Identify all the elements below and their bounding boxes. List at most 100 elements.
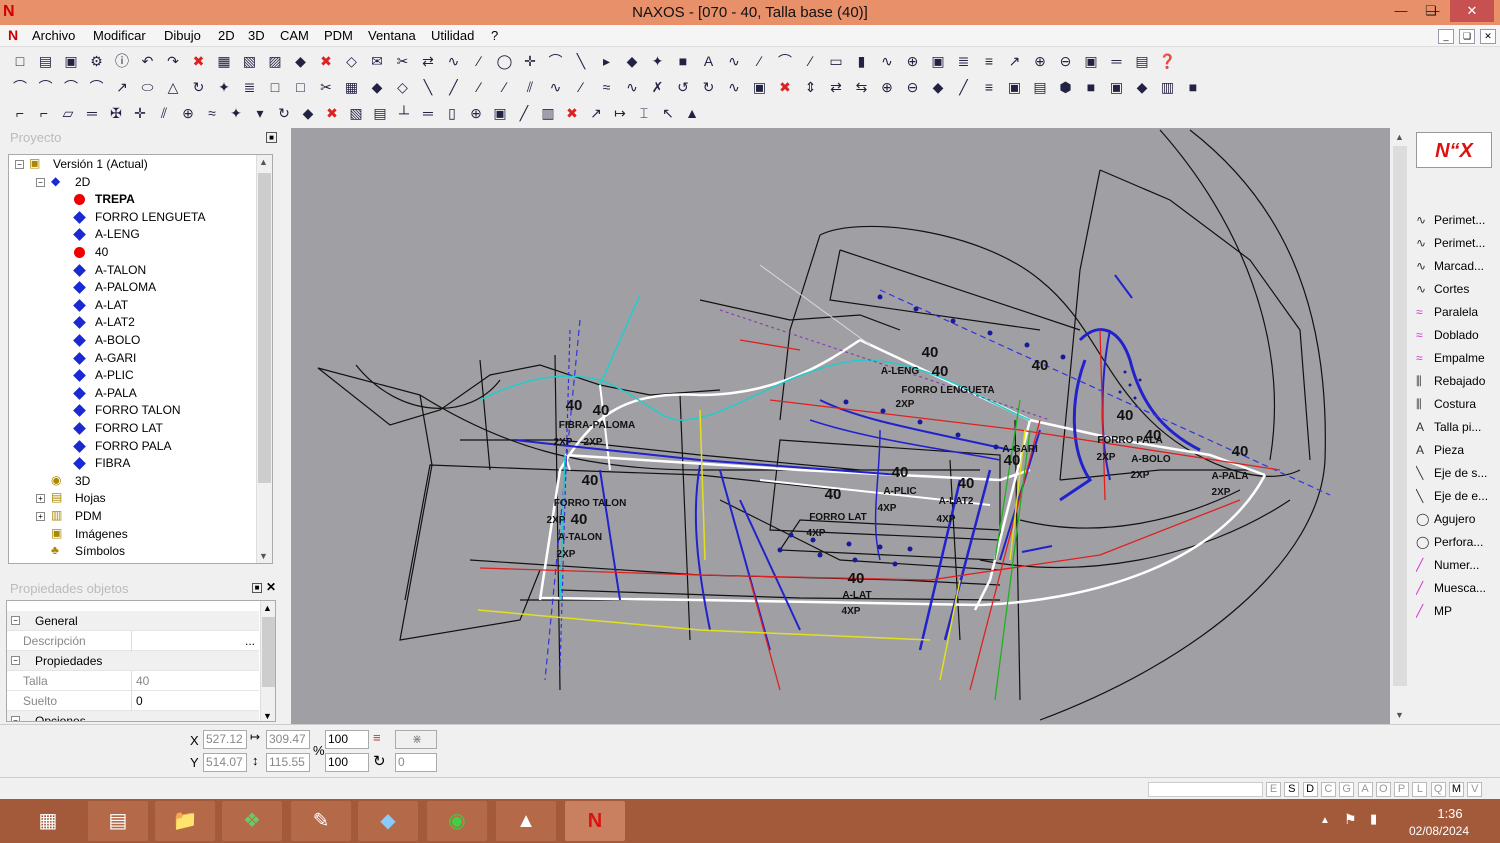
- toolbar-tool-icon[interactable]: ⌒: [87, 77, 107, 97]
- toolbar-tool-icon[interactable]: ⚙: [87, 51, 107, 71]
- toolbar-tool-icon[interactable]: ✖: [775, 77, 795, 97]
- toolbar-tool-icon[interactable]: ▤: [1132, 51, 1152, 71]
- toolbar-tool-icon[interactable]: ▮: [852, 51, 872, 71]
- layer-toggle-q[interactable]: Q: [1430, 782, 1446, 797]
- toolbar-tool-icon[interactable]: ↻: [189, 77, 209, 97]
- toolbar-tool-icon[interactable]: ◇: [393, 77, 413, 97]
- shoe-app-icon[interactable]: ▲: [496, 801, 556, 841]
- layer-toggle-s[interactable]: S: [1284, 782, 1300, 797]
- layer-toggle-d[interactable]: D: [1302, 782, 1318, 797]
- layer-toggle-a[interactable]: A: [1357, 782, 1373, 797]
- toolbar-tool-icon[interactable]: ∿: [724, 51, 744, 71]
- tree-node[interactable]: A-PALOMA: [95, 279, 156, 296]
- toolbar-tool-icon[interactable]: ▣: [928, 51, 948, 71]
- toolbar-tool-icon[interactable]: ∿: [622, 77, 642, 97]
- toolbar-tool-icon[interactable]: ■: [1081, 77, 1101, 97]
- toolbar-tool-icon[interactable]: ✦: [226, 103, 246, 123]
- tree-node[interactable]: FORRO LENGUETA: [95, 209, 205, 226]
- toolbar-tool-icon[interactable]: □: [10, 51, 30, 71]
- toolbar-tool-icon[interactable]: ✗: [648, 77, 668, 97]
- explorer-icon[interactable]: ▤: [88, 801, 148, 841]
- toolbar-tool-icon[interactable]: ↶: [138, 51, 158, 71]
- expand-toggle-icon[interactable]: +: [36, 512, 45, 521]
- drawing-canvas[interactable]: 40 A-LENG 40 FORRO LENGUETA 2XP 40 40 FORRO PAL…: [291, 128, 1390, 724]
- files-icon[interactable]: 📁: [155, 801, 215, 841]
- toolbar-tool-icon[interactable]: ⌒: [36, 77, 56, 97]
- scroll-down-icon[interactable]: ▼: [259, 551, 268, 561]
- toolbar-tool-icon[interactable]: ▣: [750, 77, 770, 97]
- tool-axis-button[interactable]: ╲ Eje de s...: [1416, 462, 1498, 484]
- toolbar-tool-icon[interactable]: ⫽: [520, 77, 540, 97]
- tool-perforation-button[interactable]: ◯ Perfora...: [1416, 531, 1498, 553]
- panel-pin-icon[interactable]: ■: [252, 583, 262, 593]
- menu-dibujo[interactable]: Dibujo: [164, 28, 201, 43]
- toolbar-tool-icon[interactable]: ⌒: [10, 77, 30, 97]
- scroll-up-icon[interactable]: ▲: [1395, 132, 1404, 142]
- tree-node[interactable]: A-PALA: [95, 385, 137, 402]
- toolbar-tool-icon[interactable]: ⇕: [801, 77, 821, 97]
- toolbar-tool-icon[interactable]: ╱: [514, 103, 534, 123]
- category-opciones[interactable]: − Opciones: [7, 711, 259, 721]
- canvas-vscrollbar[interactable]: ▲ ▼: [1390, 128, 1410, 724]
- tree-scrollbar[interactable]: ▲ ▼: [256, 155, 272, 563]
- tree-node[interactable]: 40: [95, 244, 108, 261]
- toolbar-tool-icon[interactable]: A: [699, 51, 719, 71]
- height-field[interactable]: 115.55: [266, 753, 310, 772]
- toolbar-tool-icon[interactable]: ⊖: [1056, 51, 1076, 71]
- scale-y-field[interactable]: 100: [325, 753, 369, 772]
- toolbar-tool-icon[interactable]: ◆: [291, 51, 311, 71]
- toolbar-tool-icon[interactable]: ▲: [682, 103, 702, 123]
- pattern-drawing[interactable]: 40A-LENG 40FORRO LENGUETA2XP4040FORRO PAL…: [291, 128, 1390, 724]
- toolbar-tool-icon[interactable]: ⊕: [466, 103, 486, 123]
- toolbar-tool-icon[interactable]: ∕: [469, 77, 489, 97]
- tool-join-button[interactable]: ≈ Empalme: [1416, 347, 1498, 369]
- doc-minimize-button[interactable]: _: [1438, 29, 1454, 44]
- toolbar-tool-icon[interactable]: ◇: [342, 51, 362, 71]
- tool-hole-button[interactable]: ◯ Agujero: [1416, 508, 1498, 530]
- toolbar-tool-icon[interactable]: ⇆: [852, 77, 872, 97]
- tool-perimeter-button[interactable]: ∿ Perimet...: [1416, 232, 1498, 254]
- toolbar-tool-icon[interactable]: ▧: [346, 103, 366, 123]
- toolbar-tool-icon[interactable]: ∿: [724, 77, 744, 97]
- toolbar-tool-icon[interactable]: ≈: [202, 103, 222, 123]
- toolbar-tool-icon[interactable]: ╲: [418, 77, 438, 97]
- toolbar-tool-icon[interactable]: ≡: [979, 51, 999, 71]
- tree-node[interactable]: A-BOLO: [95, 332, 140, 349]
- toolbar-tool-icon[interactable]: ✦: [648, 51, 668, 71]
- maximize-button[interactable]: ❏: [1416, 0, 1446, 22]
- clock-date[interactable]: 02/08/2024: [1404, 824, 1474, 838]
- tool-parallel-button[interactable]: ≈ Paralela: [1416, 301, 1498, 323]
- toolbar-tool-icon[interactable]: ✉: [367, 51, 387, 71]
- snap-button[interactable]: ⋇: [395, 730, 437, 749]
- tree-node[interactable]: A-PLIC: [95, 367, 134, 384]
- tree-node[interactable]: PDM: [75, 508, 102, 525]
- talla-field[interactable]: 40: [131, 671, 259, 691]
- layer-toggle-v[interactable]: V: [1467, 782, 1483, 797]
- toolbar-tool-icon[interactable]: ✛: [520, 51, 540, 71]
- tool-mp-button[interactable]: ╱ MP: [1416, 600, 1498, 622]
- toolbar-tool-icon[interactable]: ⇄: [826, 77, 846, 97]
- flag-icon[interactable]: ⚑: [1344, 811, 1357, 828]
- toolbar-tool-icon[interactable]: ❓: [1158, 51, 1178, 71]
- toolbar-tool-icon[interactable]: ▾: [250, 103, 270, 123]
- clock-time[interactable]: 1:36: [1418, 806, 1482, 821]
- toolbar-tool-icon[interactable]: □: [265, 77, 285, 97]
- toolbar-tool-icon[interactable]: ↗: [586, 103, 606, 123]
- doc-restore-button[interactable]: ❏: [1459, 29, 1475, 44]
- layer-toggle-l[interactable]: L: [1412, 782, 1428, 797]
- layer-toggle-p[interactable]: P: [1394, 782, 1410, 797]
- menu-modificar[interactable]: Modificar: [93, 28, 146, 43]
- scroll-down-icon[interactable]: ▼: [263, 711, 272, 721]
- toolbar-tool-icon[interactable]: ⊖: [903, 77, 923, 97]
- toolbar-tool-icon[interactable]: ◯: [495, 51, 515, 71]
- tree-node[interactable]: Imágenes: [75, 526, 128, 543]
- category-propiedades[interactable]: − Propiedades: [7, 651, 259, 671]
- toolbar-tool-icon[interactable]: ✦: [214, 77, 234, 97]
- toolbar-tool-icon[interactable]: △: [163, 77, 183, 97]
- align-icon[interactable]: ≡: [373, 730, 381, 745]
- tray-chevron-icon[interactable]: ▲: [1320, 815, 1330, 826]
- toolbar-tool-icon[interactable]: ▨: [265, 51, 285, 71]
- toolbar-tool-icon[interactable]: ↺: [673, 77, 693, 97]
- toolbar-tool-icon[interactable]: ✂: [316, 77, 336, 97]
- toolbar-tool-icon[interactable]: ↗: [1005, 51, 1025, 71]
